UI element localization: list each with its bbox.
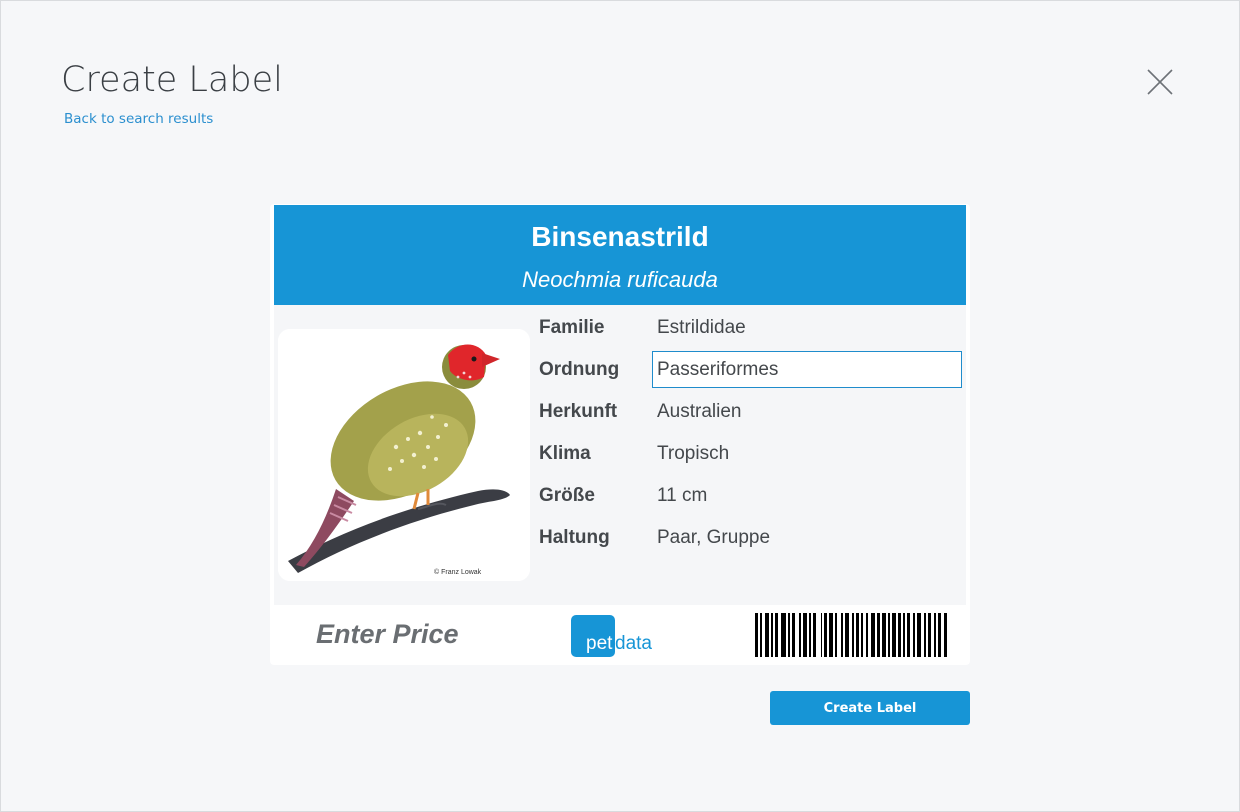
- label-preview: Binsenastrild Neochmia ruficauda © Franz…: [270, 204, 970, 665]
- attribute-key: Familie: [539, 317, 605, 338]
- attribute-row-haltung: Haltung Paar, Gruppe: [539, 519, 964, 555]
- close-x-icon: [1147, 69, 1173, 95]
- logo-text-data: data: [615, 633, 652, 654]
- latin-name: Neochmia ruficauda: [522, 267, 718, 292]
- attribute-value[interactable]: 11 cm: [657, 485, 707, 507]
- attribute-row-klima: Klima Tropisch: [539, 435, 964, 471]
- price-field[interactable]: Enter Price: [316, 619, 459, 650]
- attribute-row-groesse: Größe 11 cm: [539, 477, 964, 513]
- barcode-icon: [755, 613, 947, 657]
- attribute-row-familie: Familie Estrildidae: [539, 309, 964, 345]
- petdata-logo: pet data: [571, 615, 667, 659]
- attribute-value[interactable]: Tropisch: [657, 443, 729, 465]
- attribute-row-ordnung: Ordnung: [539, 351, 964, 388]
- bird-image: [278, 329, 530, 581]
- attribute-row-herkunft: Herkunft Australien: [539, 393, 964, 429]
- page-title: Create Label: [61, 60, 283, 100]
- attribute-key: Herkunft: [539, 401, 618, 422]
- attribute-value[interactable]: Paar, Gruppe: [657, 527, 770, 549]
- photo-credit: © Franz Lowak: [434, 569, 482, 576]
- attribute-value[interactable]: Australien: [657, 401, 742, 423]
- attribute-key: Größe: [539, 485, 595, 506]
- attribute-key: Haltung: [539, 527, 610, 548]
- common-name: Binsenastrild: [531, 221, 709, 252]
- back-to-search-results-link[interactable]: Back to search results: [64, 111, 213, 127]
- close-button[interactable]: [1144, 66, 1176, 98]
- label-header: Binsenastrild Neochmia ruficauda: [274, 205, 966, 305]
- attribute-key: Klima: [539, 443, 591, 464]
- logo-text-pet: pet: [586, 633, 613, 654]
- create-label-button[interactable]: Create Label: [770, 691, 970, 725]
- label-footer: Enter Price pet data: [274, 605, 966, 665]
- attribute-key: Ordnung: [539, 359, 620, 380]
- bird-photo: © Franz Lowak: [278, 329, 530, 581]
- attribute-value[interactable]: Estrildidae: [657, 317, 746, 339]
- ordnung-input[interactable]: [652, 351, 962, 388]
- label-body: © Franz Lowak Familie Estrildidae Ordnun…: [274, 305, 966, 605]
